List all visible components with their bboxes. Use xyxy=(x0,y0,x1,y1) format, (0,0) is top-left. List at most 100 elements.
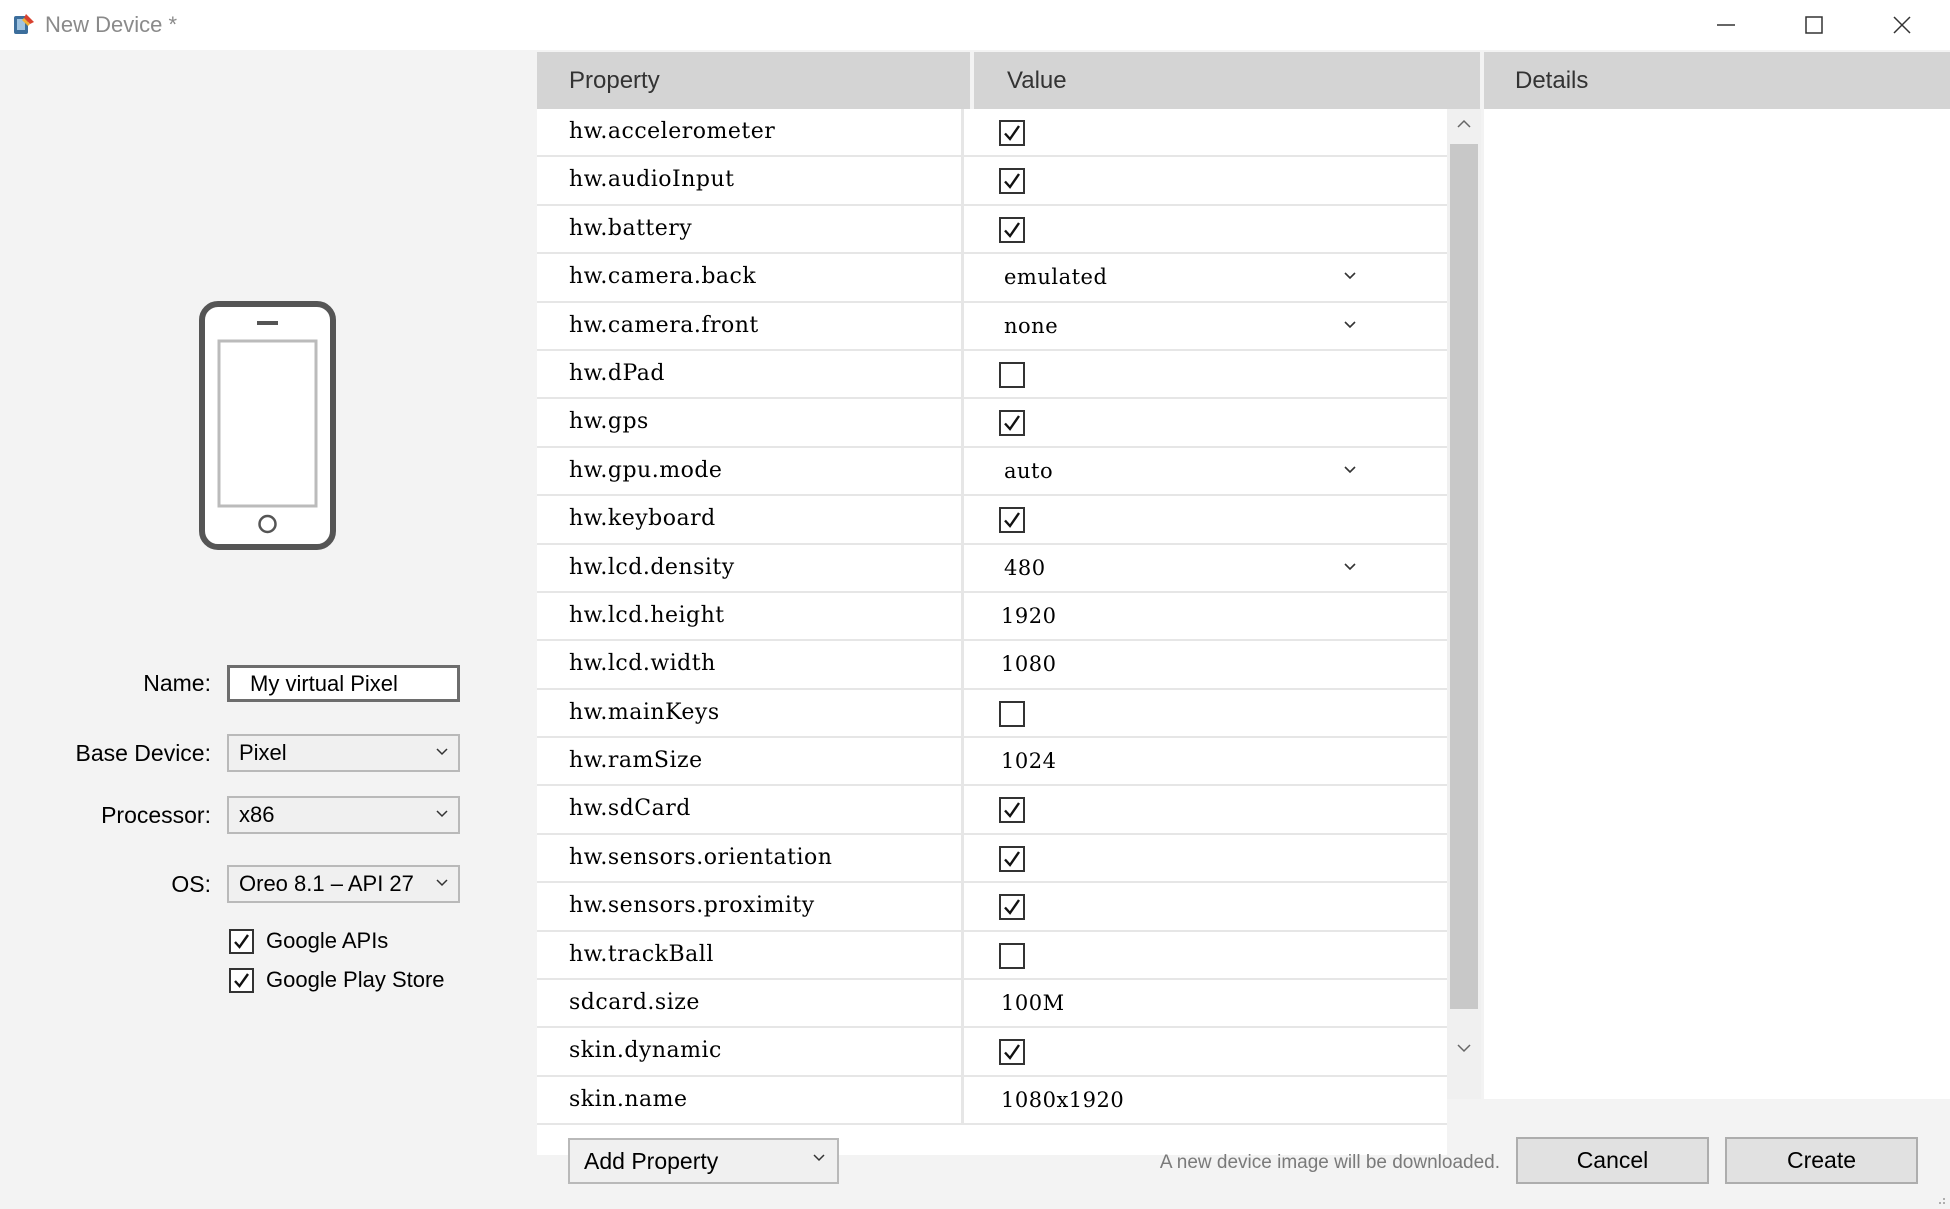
value-checkbox[interactable] xyxy=(999,894,1025,921)
value-checkbox[interactable] xyxy=(999,700,1025,727)
scrollbar-thumb[interactable] xyxy=(1450,144,1478,1009)
column-divider[interactable] xyxy=(970,52,974,109)
download-notice: A new device image will be downloaded. xyxy=(1159,1152,1500,1173)
phone-preview-icon xyxy=(199,301,336,550)
add-property-dropdown[interactable]: Add Property xyxy=(568,1138,839,1184)
table-row[interactable]: skin.dynamic xyxy=(537,1028,1447,1077)
value-text[interactable]: 1920 xyxy=(1001,593,1056,639)
close-button[interactable] xyxy=(1858,0,1946,50)
window-title: New Device * xyxy=(45,12,178,37)
minimize-button[interactable] xyxy=(1682,0,1770,50)
column-divider xyxy=(961,157,964,206)
google-apis-checkbox-row[interactable]: Google APIs xyxy=(229,926,388,956)
table-row[interactable]: hw.audioInput xyxy=(537,157,1447,206)
property-rows: hw.accelerometer hw.audioInput hw.battery h… xyxy=(537,109,1447,1155)
property-name: skin.name xyxy=(569,1086,688,1112)
table-row[interactable]: hw.camera.back emulated xyxy=(537,254,1447,303)
value-checkbox[interactable] xyxy=(999,1039,1025,1066)
value-checkbox[interactable] xyxy=(999,845,1025,872)
value-checkbox[interactable] xyxy=(999,410,1025,437)
table-row[interactable]: hw.keyboard xyxy=(537,496,1447,545)
base-device-value: Pixel xyxy=(239,740,287,765)
processor-dropdown[interactable]: x86 xyxy=(227,796,460,834)
title-bar: New Device * xyxy=(0,0,1950,50)
checkmark-icon xyxy=(1004,222,1020,238)
table-row[interactable]: hw.mainKeys xyxy=(537,689,1447,739)
property-name: sdcard.size xyxy=(569,990,700,1016)
create-button[interactable]: Create xyxy=(1725,1137,1918,1184)
checkmark-icon xyxy=(1004,415,1020,432)
table-row[interactable]: hw.sensors.proximity xyxy=(537,883,1447,932)
scroll-down-icon[interactable] xyxy=(1457,1044,1471,1053)
scroll-up-icon[interactable] xyxy=(1457,119,1471,128)
google-apis-checkbox[interactable] xyxy=(229,928,254,954)
column-divider xyxy=(961,254,964,303)
os-value: Oreo 8.1 – API 27 xyxy=(239,871,414,896)
device-name-field[interactable]: My virtual Pixel xyxy=(227,665,460,702)
os-dropdown[interactable]: Oreo 8.1 – API 27 xyxy=(227,865,460,903)
property-name: hw.accelerometer xyxy=(569,119,776,144)
table-row[interactable]: hw.lcd.width 1080 xyxy=(537,641,1447,690)
column-divider xyxy=(961,350,964,399)
chevron-down-icon xyxy=(1344,562,1356,570)
value-checkbox[interactable] xyxy=(999,361,1025,388)
table-row[interactable]: sdcard.size 100M xyxy=(537,980,1447,1029)
property-name: hw.keyboard xyxy=(569,506,716,532)
column-header-property[interactable]: Property xyxy=(569,52,660,109)
table-row[interactable]: hw.lcd.height 1920 xyxy=(537,592,1447,642)
column-divider[interactable] xyxy=(1480,52,1484,109)
table-row[interactable]: hw.ramSize 1024 xyxy=(537,738,1447,787)
value-checkbox[interactable] xyxy=(999,168,1025,195)
table-row[interactable]: hw.sdCard xyxy=(537,786,1447,835)
table-row[interactable]: hw.sensors.orientation xyxy=(537,834,1447,884)
property-grid: Property Value Details hw.accelerometer h… xyxy=(537,52,1950,1155)
value-text[interactable]: 1080x1920 xyxy=(1001,1077,1124,1123)
property-name: hw.sensors.proximity xyxy=(569,893,815,919)
value-text[interactable]: 1080 xyxy=(1001,641,1056,687)
property-name: hw.gpu.mode xyxy=(569,457,723,483)
new-device-window: New Device * Name: My virtual Pixel Base… xyxy=(0,0,1950,1209)
google-play-checkbox-row[interactable]: Google Play Store xyxy=(229,965,445,995)
value-select[interactable]: none xyxy=(1004,303,1058,349)
property-name: hw.lcd.width xyxy=(569,651,716,677)
table-row[interactable]: skin.name 1080x1920 xyxy=(537,1076,1447,1126)
maximize-button[interactable] xyxy=(1770,0,1858,50)
table-row[interactable]: hw.dPad xyxy=(537,350,1447,400)
name-label: Name: xyxy=(143,670,211,696)
google-apis-label: Google APIs xyxy=(266,928,389,953)
vertical-scrollbar[interactable] xyxy=(1447,109,1481,1099)
chevron-down-icon xyxy=(1344,466,1356,473)
column-divider xyxy=(961,1028,964,1077)
cancel-button[interactable]: Cancel xyxy=(1516,1137,1709,1184)
table-row[interactable]: hw.gps xyxy=(537,399,1447,448)
table-row[interactable]: hw.camera.front none xyxy=(537,302,1447,351)
value-checkbox[interactable] xyxy=(999,507,1025,534)
property-name: hw.sdCard xyxy=(569,796,691,822)
property-name: hw.mainKeys xyxy=(569,699,720,725)
column-divider xyxy=(961,738,964,787)
column-divider xyxy=(961,834,964,883)
table-row[interactable]: hw.trackBall xyxy=(537,931,1447,981)
base-device-label: Base Device: xyxy=(75,740,211,766)
value-checkbox[interactable] xyxy=(999,942,1025,969)
column-header-value[interactable]: Value xyxy=(1007,52,1067,109)
table-row[interactable]: hw.gpu.mode auto xyxy=(537,447,1447,497)
value-text[interactable]: 1024 xyxy=(1001,738,1056,784)
table-row[interactable]: hw.battery xyxy=(537,205,1447,255)
value-checkbox[interactable] xyxy=(999,216,1025,243)
property-name: hw.dPad xyxy=(569,360,665,386)
table-row[interactable]: hw.accelerometer xyxy=(537,109,1447,158)
base-device-dropdown[interactable]: Pixel xyxy=(227,734,460,772)
value-select[interactable]: 480 xyxy=(1004,545,1046,591)
value-select[interactable]: emulated xyxy=(1004,254,1107,300)
google-play-checkbox[interactable] xyxy=(229,967,254,993)
value-text[interactable]: 100M xyxy=(1001,980,1065,1026)
table-row[interactable]: hw.lcd.density 480 xyxy=(537,544,1447,593)
value-select[interactable]: auto xyxy=(1004,448,1053,494)
resize-grip-icon[interactable] xyxy=(1934,1193,1946,1205)
column-divider xyxy=(961,592,964,641)
value-checkbox[interactable] xyxy=(999,120,1025,146)
processor-value: x86 xyxy=(239,802,275,827)
property-name: skin.dynamic xyxy=(569,1038,722,1064)
value-checkbox[interactable] xyxy=(999,797,1025,824)
